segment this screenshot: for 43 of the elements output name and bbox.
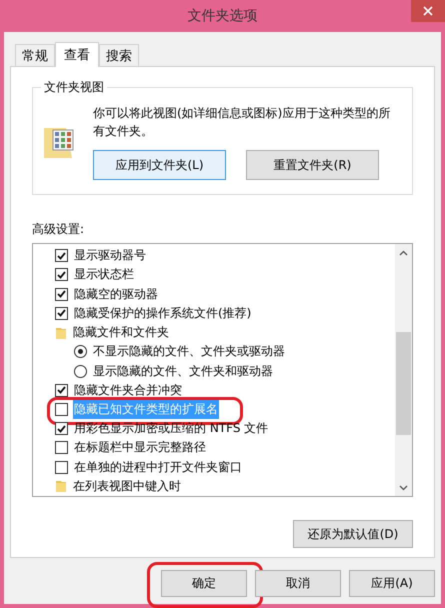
setting-label[interactable]: 显示隐藏的文件、文件夹和驱动器 — [92, 362, 274, 381]
setting-label[interactable]: 在列表视图中键入时 — [72, 476, 182, 496]
setting-label[interactable]: 不显示隐藏的文件、文件夹或驱动器 — [92, 342, 286, 362]
close-icon[interactable] — [423, 6, 433, 16]
checkbox[interactable] — [55, 249, 68, 262]
checkbox[interactable] — [55, 288, 68, 301]
checkbox[interactable] — [55, 422, 68, 436]
setting-label[interactable]: 隐藏受保护的操作系统文件(推荐) — [73, 304, 252, 323]
checkbox[interactable] — [55, 306, 68, 320]
scroll-up-icon[interactable] — [399, 250, 408, 256]
setting-label[interactable]: 显示驱动器号 — [73, 246, 147, 266]
folder-icon — [55, 326, 67, 340]
section-label: 高级设置: — [32, 221, 86, 238]
description-text: 你可以将此视图(如详细信息或图标)应用于这种类型的所有文件夹。 — [93, 105, 392, 140]
setting-label[interactable]: 隐藏空的驱动器 — [73, 284, 159, 304]
radio-button[interactable] — [74, 364, 87, 378]
checkbox[interactable] — [55, 460, 68, 474]
dialog-button[interactable]: 确定 — [161, 570, 247, 597]
setting-label[interactable]: 隐藏文件夹合并冲突 — [73, 380, 183, 400]
dialog-button[interactable]: 应用(A) — [349, 570, 435, 597]
folder-button[interactable]: 重置文件夹(R) — [246, 150, 379, 180]
checkbox[interactable] — [55, 268, 68, 282]
folder-icon — [55, 479, 67, 494]
checkbox[interactable] — [55, 384, 68, 397]
tab[interactable]: 搜索 — [99, 44, 139, 66]
restore-defaults-button[interactable]: 还原为默认值(D) — [293, 520, 413, 548]
tab[interactable]: 查看 — [55, 42, 99, 67]
radio-button[interactable] — [74, 345, 87, 358]
checkbox[interactable] — [55, 441, 68, 454]
checkbox[interactable] — [55, 402, 68, 416]
group-title: 文件夹视图 — [41, 79, 107, 96]
window-title: 文件夹选项 — [188, 7, 258, 25]
scrollbar[interactable] — [395, 244, 412, 496]
tab[interactable]: 常规 — [15, 44, 55, 66]
setting-label[interactable]: 显示状态栏 — [73, 265, 135, 284]
setting-label[interactable]: 在标题栏中显示完整路径 — [73, 438, 207, 458]
scroll-down-icon[interactable] — [399, 484, 408, 490]
setting-label[interactable]: 隐藏文件和文件夹 — [72, 323, 170, 342]
close-button[interactable] — [411, 0, 445, 22]
dialog-button[interactable]: 取消 — [255, 570, 341, 597]
setting-label[interactable]: 用彩色显示加密或压缩的 NTFS 文件 — [73, 419, 270, 438]
setting-label[interactable]: 在单独的进程中打开文件夹窗口 — [73, 458, 243, 477]
folder-button[interactable]: 应用到文件夹(L) — [93, 150, 226, 180]
